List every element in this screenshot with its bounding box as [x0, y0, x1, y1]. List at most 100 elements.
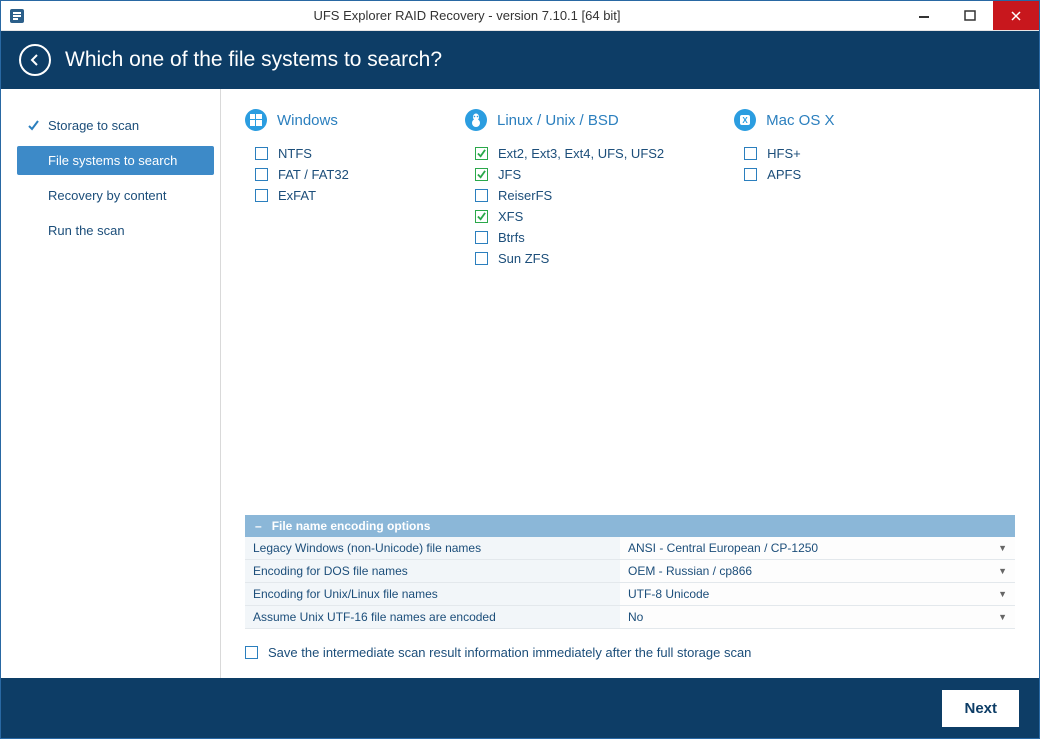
fs-item[interactable]: FAT / FAT32	[245, 164, 395, 185]
encoding-row: Encoding for Unix/Linux file namesUTF-8 …	[245, 583, 1015, 606]
encoding-dropdown[interactable]: UTF-8 Unicode ▼	[620, 583, 1015, 605]
fs-checkbox[interactable]	[475, 252, 488, 265]
wizard-header: Which one of the file systems to search?	[1, 31, 1039, 89]
fs-checkbox[interactable]	[475, 147, 488, 160]
window-controls	[901, 1, 1039, 30]
encoding-label: Legacy Windows (non-Unicode) file names	[245, 537, 620, 559]
fs-item[interactable]: XFS	[465, 206, 664, 227]
fs-group-header: X Mac OS X	[734, 109, 884, 131]
encoding-panel: – File name encoding options Legacy Wind…	[245, 515, 1015, 629]
encoding-row: Assume Unix UTF-16 file names are encode…	[245, 606, 1015, 629]
fs-item[interactable]: APFS	[734, 164, 884, 185]
sidebar-step-label: File systems to search	[48, 153, 177, 168]
save-intermediate-option[interactable]: Save the intermediate scan result inform…	[245, 645, 1015, 660]
svg-text:X: X	[743, 116, 749, 125]
fs-group-name: Linux / Unix / BSD	[497, 112, 619, 129]
minimize-button[interactable]	[901, 1, 947, 30]
chevron-down-icon: ▼	[998, 589, 1007, 599]
fs-checkbox[interactable]	[475, 189, 488, 202]
filesystem-groups: Windows NTFS FAT / FAT32 ExFAT Linux / Unix …	[245, 109, 1015, 269]
fs-group-name: Mac OS X	[766, 112, 834, 129]
fs-checkbox[interactable]	[744, 147, 757, 160]
encoding-row: Legacy Windows (non-Unicode) file namesA…	[245, 537, 1015, 560]
chevron-down-icon: ▼	[998, 566, 1007, 576]
sidebar-step-3[interactable]: Run the scan	[17, 216, 214, 245]
fs-group-1: Linux / Unix / BSD Ext2, Ext3, Ext4, UFS,…	[465, 109, 664, 269]
sidebar: Storage to scan File systems to search Rec…	[1, 89, 221, 678]
maximize-icon	[964, 10, 976, 22]
fs-checkbox[interactable]	[475, 210, 488, 223]
fs-group-0: Windows NTFS FAT / FAT32 ExFAT	[245, 109, 395, 269]
encoding-dropdown[interactable]: No ▼	[620, 606, 1015, 628]
sidebar-step-0[interactable]: Storage to scan	[17, 111, 214, 140]
save-intermediate-checkbox[interactable]	[245, 646, 258, 659]
fs-item[interactable]: NTFS	[245, 143, 395, 164]
fs-item-label: APFS	[767, 167, 801, 182]
sidebar-step-label: Recovery by content	[48, 188, 167, 203]
fs-group-name: Windows	[277, 112, 338, 129]
encoding-dropdown[interactable]: OEM - Russian / cp866 ▼	[620, 560, 1015, 582]
chevron-down-icon: ▼	[998, 543, 1007, 553]
fs-item[interactable]: Ext2, Ext3, Ext4, UFS, UFS2	[465, 143, 664, 164]
fs-item[interactable]: JFS	[465, 164, 664, 185]
fs-group-2: X Mac OS X HFS+ APFS	[734, 109, 884, 269]
encoding-value: UTF-8 Unicode	[628, 587, 709, 601]
app-icon	[9, 8, 25, 24]
minimize-icon	[918, 10, 930, 22]
encoding-header[interactable]: – File name encoding options	[245, 515, 1015, 537]
encoding-value: OEM - Russian / cp866	[628, 564, 752, 578]
sidebar-step-2[interactable]: Recovery by content	[17, 181, 214, 210]
window-title: UFS Explorer RAID Recovery - version 7.1…	[33, 8, 901, 23]
maximize-button[interactable]	[947, 1, 993, 30]
fs-item-label: ExFAT	[278, 188, 316, 203]
fs-item[interactable]: Sun ZFS	[465, 248, 664, 269]
chevron-down-icon: ▼	[998, 612, 1007, 622]
encoding-label: Encoding for DOS file names	[245, 560, 620, 582]
check-icon	[27, 120, 40, 132]
fs-checkbox[interactable]	[255, 147, 268, 160]
encoding-row: Encoding for DOS file namesOEM - Russian…	[245, 560, 1015, 583]
fs-group-header: Linux / Unix / BSD	[465, 109, 664, 131]
macos-icon: X	[734, 109, 756, 131]
encoding-value: No	[628, 610, 643, 624]
encoding-header-label: File name encoding options	[272, 519, 431, 533]
main-panel: Windows NTFS FAT / FAT32 ExFAT Linux / Unix …	[221, 89, 1039, 678]
fs-item-label: Ext2, Ext3, Ext4, UFS, UFS2	[498, 146, 664, 161]
linux-icon	[465, 109, 487, 131]
back-button[interactable]	[19, 44, 51, 76]
titlebar: UFS Explorer RAID Recovery - version 7.1…	[1, 1, 1039, 31]
fs-checkbox[interactable]	[255, 189, 268, 202]
fs-item-label: Btrfs	[498, 230, 525, 245]
fs-checkbox[interactable]	[744, 168, 757, 181]
next-button[interactable]: Next	[942, 690, 1019, 727]
close-button[interactable]	[993, 1, 1039, 30]
save-intermediate-label: Save the intermediate scan result inform…	[268, 645, 751, 660]
sidebar-step-1[interactable]: File systems to search	[17, 146, 214, 175]
fs-item-label: NTFS	[278, 146, 312, 161]
fs-group-header: Windows	[245, 109, 395, 131]
fs-item-label: XFS	[498, 209, 523, 224]
fs-item-label: HFS+	[767, 146, 801, 161]
collapse-icon: –	[255, 519, 262, 533]
wizard-footer: Next	[1, 678, 1039, 738]
fs-item[interactable]: HFS+	[734, 143, 884, 164]
encoding-value: ANSI - Central European / CP-1250	[628, 541, 818, 555]
fs-item-label: FAT / FAT32	[278, 167, 349, 182]
encoding-label: Encoding for Unix/Linux file names	[245, 583, 620, 605]
arrow-left-icon	[27, 52, 43, 68]
fs-checkbox[interactable]	[475, 231, 488, 244]
encoding-dropdown[interactable]: ANSI - Central European / CP-1250 ▼	[620, 537, 1015, 559]
page-title: Which one of the file systems to search?	[65, 48, 442, 72]
fs-item-label: JFS	[498, 167, 521, 182]
sidebar-step-label: Storage to scan	[48, 118, 139, 133]
fs-item[interactable]: Btrfs	[465, 227, 664, 248]
fs-checkbox[interactable]	[475, 168, 488, 181]
encoding-label: Assume Unix UTF-16 file names are encode…	[245, 606, 620, 628]
fs-item-label: Sun ZFS	[498, 251, 549, 266]
fs-item[interactable]: ReiserFS	[465, 185, 664, 206]
fs-item[interactable]: ExFAT	[245, 185, 395, 206]
fs-checkbox[interactable]	[255, 168, 268, 181]
windows-icon	[245, 109, 267, 131]
close-icon	[1010, 10, 1022, 22]
wizard-body: Storage to scan File systems to search Rec…	[1, 89, 1039, 678]
